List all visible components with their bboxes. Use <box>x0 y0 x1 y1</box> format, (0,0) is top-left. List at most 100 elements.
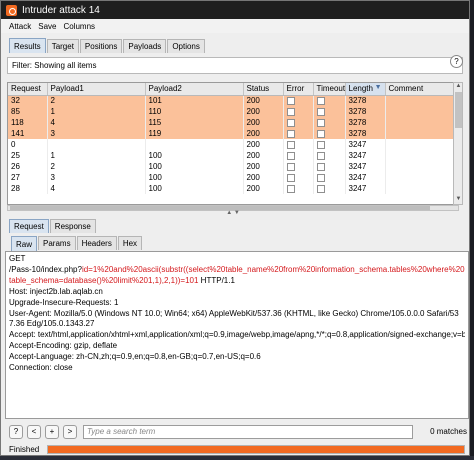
view-tabs: Raw Params Headers Hex <box>11 236 143 251</box>
cell-comment <box>385 106 458 117</box>
cell-length: 3247 <box>345 183 386 194</box>
table-vertical-scrollbar[interactable]: ▲ ▼ <box>453 82 463 205</box>
table-row[interactable]: 0 200 3247 <box>8 139 458 150</box>
cell-comment <box>385 139 458 150</box>
tab-response[interactable]: Response <box>49 219 96 233</box>
cell-comment <box>385 183 458 194</box>
search-help-button[interactable]: ? <box>9 424 23 439</box>
header-accept: Accept: text/html,application/xhtml+xml,… <box>9 330 465 340</box>
tab-positions[interactable]: Positions <box>79 39 123 53</box>
cell-comment <box>385 95 458 106</box>
tab-results[interactable]: Results <box>9 38 46 53</box>
table-row[interactable]: 25 1 100 200 3247 <box>8 150 458 161</box>
tab-options[interactable]: Options <box>167 39 205 53</box>
status-label: Finished <box>9 444 40 454</box>
tab-raw[interactable]: Raw <box>11 236 38 251</box>
scroll-down-icon[interactable]: ▼ <box>455 196 462 204</box>
cell-request: 25 <box>8 150 48 161</box>
table-row[interactable]: 27 3 100 200 3247 <box>8 172 458 183</box>
checkbox <box>286 107 295 116</box>
tab-request[interactable]: Request <box>9 219 49 233</box>
cell-status: 200 <box>243 150 284 161</box>
col-payload1[interactable]: Payload1 <box>47 83 146 96</box>
cell-request: 26 <box>8 161 48 172</box>
cell-request: 118 <box>8 117 48 128</box>
cell-comment <box>385 150 458 161</box>
cell-length: 3278 <box>345 117 386 128</box>
cell-length: 3247 <box>345 139 386 150</box>
header-connection: Connection: close <box>9 363 73 373</box>
cell-payload2: 101 <box>145 95 244 106</box>
col-request[interactable]: Request <box>8 83 48 96</box>
col-timeout[interactable]: Timeout <box>313 83 346 96</box>
filter-help-icon[interactable]: ? <box>450 55 463 68</box>
cell-timeout <box>313 139 346 150</box>
cell-error <box>283 139 314 150</box>
checkbox <box>316 107 325 116</box>
menu-attack[interactable]: Attack <box>9 22 31 31</box>
sort-down-icon: ▼ <box>374 84 382 92</box>
search-input[interactable] <box>83 424 413 439</box>
cell-status: 200 <box>243 172 284 183</box>
cell-comment <box>385 172 458 183</box>
cell-payload1: 2 <box>47 95 146 106</box>
h-scroll-thumb[interactable] <box>10 206 430 210</box>
table-row[interactable]: 26 2 100 200 3247 <box>8 161 458 172</box>
search-prev-button[interactable]: < <box>27 424 41 439</box>
search-matches: 0 matches <box>430 427 467 436</box>
col-payload2[interactable]: Payload2 <box>145 83 244 96</box>
checkbox <box>316 173 325 182</box>
cell-payload1: 1 <box>47 150 146 161</box>
scroll-up-icon[interactable]: ▲ <box>455 83 462 91</box>
scroll-thumb[interactable] <box>455 92 462 128</box>
cell-request: 32 <box>8 95 48 106</box>
table-row[interactable]: 118 4 115 200 3278 <box>8 117 458 128</box>
table-row[interactable]: 85 1 110 200 3278 <box>8 106 458 117</box>
checkbox <box>286 173 295 182</box>
checkbox <box>286 184 295 193</box>
checkbox <box>316 151 325 160</box>
table-row[interactable]: 28 4 100 200 3247 <box>8 183 458 194</box>
menu-columns[interactable]: Columns <box>63 22 95 31</box>
pane-splitter[interactable]: ▲ ▼ <box>7 210 459 216</box>
col-length[interactable]: Length ▼ <box>345 83 386 96</box>
tab-headers[interactable]: Headers <box>76 236 117 250</box>
request-editor[interactable]: GET /Pass-10/index.php?id=1%20and%20asci… <box>5 251 469 419</box>
tab-hex[interactable]: Hex <box>117 236 143 250</box>
cell-status: 200 <box>243 128 284 139</box>
header-host: Host: inject2b.lab.aqlab.cn <box>9 286 103 296</box>
cell-payload1: 1 <box>47 106 146 117</box>
checkbox <box>316 140 325 149</box>
col-length-label: Length <box>348 84 373 94</box>
intruder-window: Intruder attack 14 Attack Save Columns R… <box>0 0 470 456</box>
header-accept-encoding: Accept-Encoding: gzip, deflate <box>9 341 118 351</box>
filter-bar[interactable]: Filter: Showing all items <box>7 57 463 74</box>
checkbox <box>286 97 295 106</box>
col-comment[interactable]: Comment <box>385 83 458 96</box>
search-next-button[interactable]: > <box>63 424 77 439</box>
tab-params[interactable]: Params <box>38 236 76 250</box>
desktop-background <box>0 456 474 460</box>
checkbox <box>286 129 295 138</box>
table-row[interactable]: 32 2 101 200 3278 <box>8 95 458 106</box>
col-status[interactable]: Status <box>243 83 284 96</box>
cell-payload2: 100 <box>145 161 244 172</box>
checkbox <box>286 151 295 160</box>
cell-payload2: 115 <box>145 117 244 128</box>
cell-timeout <box>313 150 346 161</box>
tab-target[interactable]: Target <box>46 39 79 53</box>
table-row[interactable]: 141 3 119 200 3278 <box>8 128 458 139</box>
checkbox <box>286 162 295 171</box>
col-error[interactable]: Error <box>283 83 314 96</box>
menu-save[interactable]: Save <box>38 22 56 31</box>
cell-payload1: 3 <box>47 128 146 139</box>
request-line: /Pass-10/index.php?id=1%20and%20ascii(su… <box>9 265 465 287</box>
search-add-button[interactable]: + <box>45 424 59 439</box>
tab-payloads[interactable]: Payloads <box>123 39 167 53</box>
cell-payload1: 2 <box>47 161 146 172</box>
status-bar: Finished <box>9 443 467 455</box>
cell-timeout <box>313 117 346 128</box>
cell-length: 3278 <box>345 95 386 106</box>
message-tabs: Request Response <box>9 219 96 233</box>
cell-request: 27 <box>8 172 48 183</box>
